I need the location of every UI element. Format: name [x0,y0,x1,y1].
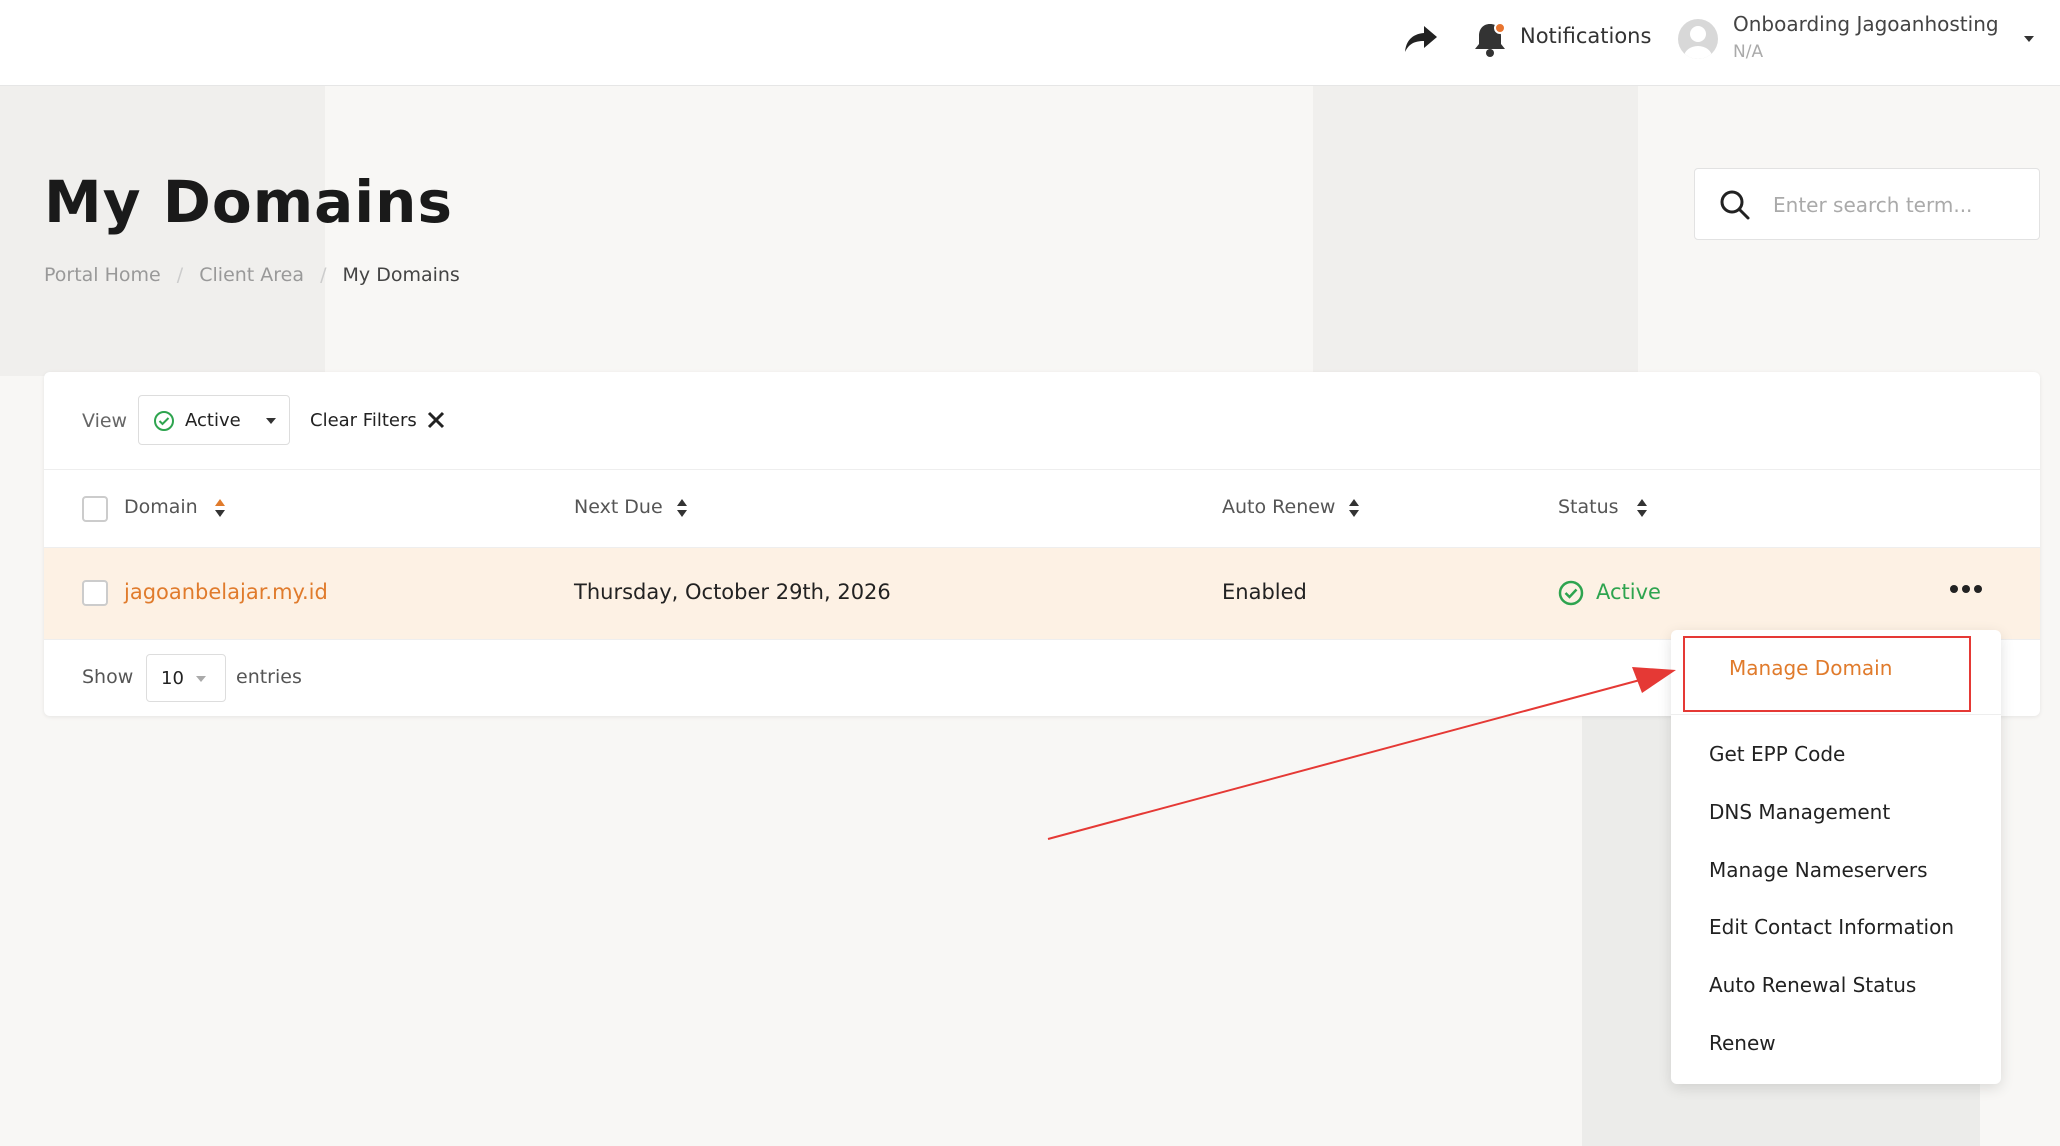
menu-item-auto-renewal-status[interactable]: Auto Renewal Status [1709,973,1916,997]
caret-down-icon [266,418,276,424]
search-box[interactable] [1694,168,2040,240]
column-header-next-due[interactable]: Next Due [574,496,663,518]
notifications-label[interactable]: Notifications [1520,24,1651,48]
chevron-down-icon[interactable] [2022,32,2036,46]
domain-actions-menu: Manage Domain Get EPP Code DNS Managemen… [1671,630,2001,1084]
next-due-date: Thursday, October 29th, 2026 [574,580,891,604]
search-input[interactable] [1773,187,2023,223]
menu-divider [1671,714,2001,715]
search-icon [1720,190,1750,220]
entries-label: entries [236,666,302,688]
menu-item-manage-domain[interactable]: Manage Domain [1729,656,1892,680]
user-subtitle: N/A [1733,42,1764,62]
show-label: Show [82,666,134,688]
auto-renew-value: Enabled [1222,580,1307,604]
column-header-auto-renew[interactable]: Auto Renew [1222,496,1335,518]
entries-per-page-select[interactable]: 10 [146,654,226,702]
clear-filters-button[interactable]: Clear Filters [310,410,417,431]
view-filter-value: Active [185,410,241,431]
status-badge: Active [1596,580,1661,604]
table-header: Domain Next Due Auto Renew Status [44,470,2040,548]
caret-down-icon [196,676,206,682]
row-checkbox[interactable] [82,580,108,606]
sort-icon[interactable] [1348,496,1360,520]
entries-value: 10 [161,668,184,689]
background-shape [1313,86,1638,376]
close-icon[interactable] [426,410,446,430]
check-circle-icon [154,411,174,431]
view-label: View [82,410,128,432]
view-filter-select[interactable]: Active [138,395,290,445]
sort-icon[interactable] [214,496,226,520]
domain-link[interactable]: jagoanbelajar.my.id [124,580,328,604]
select-all-checkbox[interactable] [82,496,108,522]
breadcrumb-portal-home[interactable]: Portal Home [44,264,161,286]
more-actions-icon[interactable] [1950,578,1986,598]
breadcrumb: Portal Home / Client Area / My Domains [44,264,460,286]
user-name[interactable]: Onboarding Jagoanhosting [1733,12,1999,36]
menu-item-dns-management[interactable]: DNS Management [1709,800,1890,824]
breadcrumb-separator: / [176,264,184,286]
notifications-bell-icon[interactable] [1472,20,1508,58]
share-icon[interactable] [1404,24,1438,54]
sort-icon[interactable] [1636,496,1648,520]
top-navbar: Notifications Onboarding Jagoanhosting N… [0,0,2060,86]
breadcrumb-client-area[interactable]: Client Area [199,264,304,286]
breadcrumb-current: My Domains [342,264,460,286]
page-title: My Domains [44,168,453,236]
check-circle-icon [1558,580,1584,606]
menu-item-edit-contact-information[interactable]: Edit Contact Information [1709,915,1954,939]
column-header-domain[interactable]: Domain [124,496,198,518]
table-row[interactable]: jagoanbelajar.my.id Thursday, October 29… [44,548,2040,640]
menu-item-renew[interactable]: Renew [1709,1031,1776,1055]
menu-item-manage-nameservers[interactable]: Manage Nameservers [1709,858,1928,882]
filter-bar: View Active Clear Filters [44,372,2040,470]
avatar[interactable] [1678,19,1718,59]
breadcrumb-separator: / [320,264,327,286]
column-header-status[interactable]: Status [1558,496,1619,518]
notification-dot [1494,22,1506,34]
sort-icon[interactable] [676,496,688,520]
menu-item-get-epp-code[interactable]: Get EPP Code [1709,742,1845,766]
